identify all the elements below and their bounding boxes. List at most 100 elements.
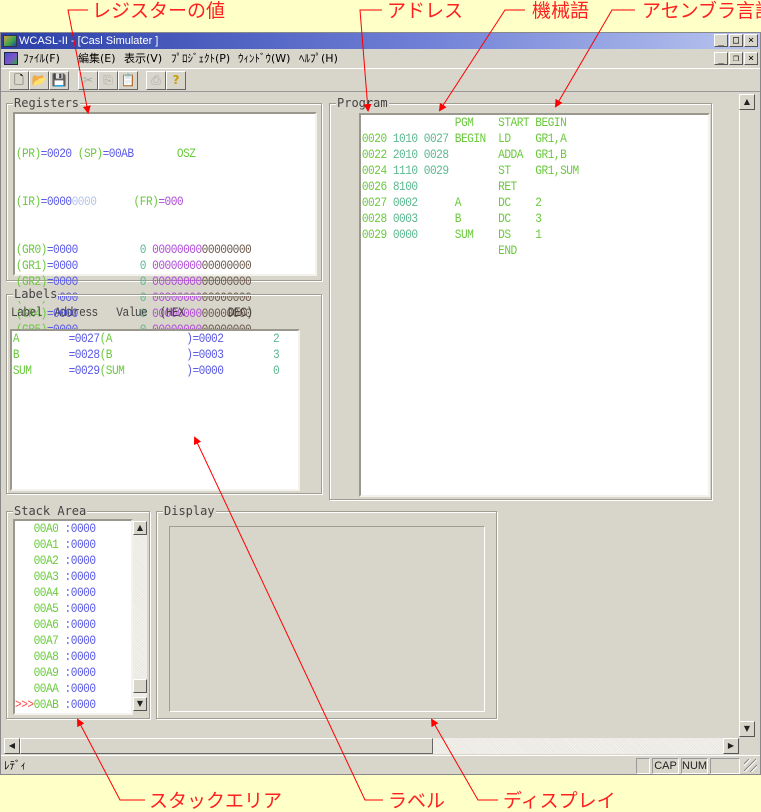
stack-address: 00AA [33,681,59,696]
stack-scroll-up-button[interactable]: ▲ [133,521,147,535]
stack-pointer-marker [15,617,34,632]
program-machine-code: 0002 [392,195,455,210]
stack-scrollbar-track[interactable] [133,535,147,697]
menu-window[interactable]: ｳｨﾝﾄﾞｳ(W) [238,50,290,67]
maximize-button[interactable]: □ [729,34,743,47]
cut-button[interactable]: ✂ [78,71,98,90]
main-scroll-left-button[interactable]: ◀ [4,738,20,754]
status-bar: ﾚﾃﾞｨ CAP NUM [1,755,760,774]
program-machine-code [393,243,455,258]
stack-group: Stack Area 00A0 :0000 00A1 :0000 00A2 :0… [6,504,150,719]
title-bar[interactable]: WCASL-II - [Casl Simulater ] _ □ × [1,33,760,49]
program-line: PGM START BEGIN [362,115,660,131]
gr-hex: =0000 [46,258,78,273]
main-horizontal-scrollbar-thumb[interactable] [20,738,433,754]
sp-value: =00AB [102,146,134,161]
print-button[interactable]: ⎙ [146,71,166,90]
program-operand: GR1,SUM [535,163,579,178]
program-title: Program [336,96,389,110]
program-operand: BEGIN [535,115,567,130]
program-label: SUM [454,227,499,242]
main-scroll-up-button[interactable]: ▲ [739,94,755,110]
program-line: END [362,243,660,259]
status-text: ﾚﾃﾞｨ [4,760,26,772]
stack-scroll-down-button[interactable]: ▼ [133,697,147,711]
main-vertical-scrollbar[interactable] [739,110,755,722]
copy-button[interactable]: ⎘ [98,71,118,90]
program-line: 0027 0002 A DC 2 [362,195,660,211]
stack-address: 00A0 [33,521,59,536]
app-window: WCASL-II - [Casl Simulater ] _ □ × ﾌｧｲﾙ(… [0,32,761,775]
annotation-machine-code: 機械語 [532,0,590,22]
program-opcode: ST [498,163,536,178]
program-machine-code: 0000 [392,227,455,242]
open-button[interactable]: 📂 [29,71,49,90]
program-opcode: START [498,115,536,130]
program-label: PGM [454,115,499,130]
help-button[interactable]: ? [166,71,186,90]
status-pane-empty [636,758,650,774]
stack-value: :0000 [64,617,96,632]
new-file-button[interactable]: 🗋 [9,71,29,90]
mdi-minimize-button[interactable]: _ [714,52,728,65]
program-label: A [454,195,499,210]
annotation-address: アドレス [387,0,464,22]
menu-edit[interactable]: 編集(E) [78,50,116,67]
label-dec: 3 [272,347,280,362]
main-scroll-down-button[interactable]: ▼ [739,721,755,737]
register-row: (GR1)=0000 0 0000000000000000 [16,258,273,274]
stack-value: :0000 [64,521,96,536]
display-area [169,526,485,712]
gr-hex: =0000 [46,242,78,257]
program-group: Program PGM START BEGIN 0020 1010 0027 BE… [329,96,712,500]
stack-pointer-marker [15,569,34,584]
stack-scrollbar-thumb[interactable] [133,679,147,693]
labels-title: Labels [13,287,59,301]
main-horizontal-scrollbar-track[interactable] [433,738,723,754]
annotation-label: ラベル [388,790,446,812]
display-group: Display [156,504,497,719]
gr-bin-high: 00000000 [152,242,202,257]
menu-view[interactable]: 表示(V) [124,50,162,67]
program-opcode: DC [498,211,536,226]
stack-pointer-marker: >>> [15,697,34,712]
annotation-register-values: レジスターの値 [92,0,226,22]
fr-value: =000 [158,194,184,209]
paste-icon: 📋 [120,73,136,87]
main-scroll-right-button[interactable]: ▶ [723,738,739,754]
mdi-restore-button[interactable]: ❐ [729,52,743,65]
program-machine-code: 0003 [392,211,455,226]
registers-group: Registers (PR)=0020 (SP)=00AB OSZ (IR)=0… [6,96,322,369]
annotation-assembly-language: アセンブラ言語 [642,0,761,22]
program-view: PGM START BEGIN 0020 1010 0027 BEGIN LD G… [359,113,710,497]
registers-view: (PR)=0020 (SP)=00AB OSZ (IR)=00000000 (F… [13,112,317,369]
program-label [455,147,498,162]
gr-dec: 0 [139,258,147,273]
paste-button[interactable]: 📋 [118,71,138,90]
stack-title: Stack Area [13,504,88,518]
pr-label: (PR) [15,146,41,161]
stack-pointer-marker [15,649,34,664]
stack-address: 00A6 [33,617,59,632]
menu-project[interactable]: ﾌﾟﾛｼﾞｪｸﾄ(P) [171,50,230,67]
labels-group: Labels Label Address Value (HEX DEC) A =… [6,287,322,494]
cut-icon: ✂ [82,73,94,87]
resize-grip-icon[interactable] [744,759,757,772]
stack-pointer-marker [15,521,34,536]
label-address: =0027 [68,331,100,346]
stack-value: :0000 [64,697,96,712]
sp-label: (SP) [77,146,103,161]
close-button[interactable]: × [744,34,758,47]
program-opcode: DC [498,195,536,210]
menu-help[interactable]: ﾍﾙﾌﾟ(H) [299,50,338,67]
stack-row: 00A2 :0000 [15,553,115,569]
help-icon: ? [172,73,180,87]
mdi-close-button[interactable]: × [744,52,758,65]
program-address: 0022 [361,147,393,162]
status-pane-num: NUM [681,758,708,774]
stack-value: :0000 [64,585,96,600]
mdi-child-icon[interactable] [4,52,18,65]
menu-file[interactable]: ﾌｧｲﾙ(F) [23,50,60,67]
minimize-button[interactable]: _ [714,34,728,47]
save-button[interactable]: 💾 [49,71,69,90]
